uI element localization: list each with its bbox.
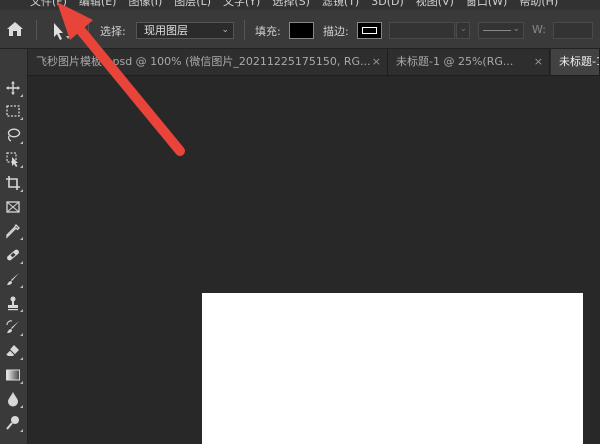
marquee-icon — [6, 105, 20, 117]
move-tool-button[interactable] — [1, 78, 25, 98]
separator — [36, 20, 37, 40]
menu-file[interactable]: 文件(F) — [24, 0, 73, 9]
tab-document-3[interactable]: 未标题-1 — [551, 49, 600, 75]
auto-select-dropdown[interactable]: 现用图层 ⌄ — [136, 22, 234, 39]
menu-items: 文件(F) 编辑(E) 图像(I) 图层(L) 文字(Y) 选择(S) 滤镜(T… — [24, 0, 564, 9]
frame-tool-button[interactable] — [1, 197, 25, 217]
options-bar: 选择: 现用图层 ⌄ 填充: 描边: ⌄ ⌄ W: — [0, 10, 600, 49]
home-icon[interactable] — [6, 21, 24, 37]
clone-stamp-tool-button[interactable] — [1, 293, 25, 313]
eyedropper-tool-button[interactable] — [1, 221, 25, 241]
object-selection-tool-button[interactable] — [1, 149, 25, 169]
gradient-tool-button[interactable] — [1, 365, 25, 385]
menu-window[interactable]: 窗口(W) — [460, 0, 513, 9]
stroke-label: 描边: — [323, 25, 349, 38]
crop-tool-button[interactable] — [1, 173, 25, 193]
dodge-tool-button[interactable] — [1, 413, 25, 433]
brush-icon — [7, 273, 19, 285]
move-icon — [6, 81, 20, 95]
lasso-icon — [7, 128, 21, 142]
menu-edit[interactable]: 编辑(E) — [73, 0, 123, 9]
menu-help[interactable]: 帮助(H) — [513, 0, 564, 9]
brush-tool-button[interactable] — [1, 269, 25, 289]
tab-label: 飞秒图片模板1.psd @ 100% (微信图片_20211225175150,… — [36, 55, 371, 68]
auto-select-value: 现用图层 — [144, 24, 188, 37]
menu-bar: 文件(F) 编辑(E) 图像(I) 图层(L) 文字(Y) 选择(S) 滤镜(T… — [0, 0, 600, 10]
menu-image[interactable]: 图像(I) — [122, 0, 168, 9]
close-icon[interactable]: × — [534, 49, 543, 75]
stamp-icon — [8, 296, 18, 311]
stroke-width-field[interactable] — [389, 22, 455, 39]
eraser-icon — [5, 345, 19, 356]
healing-brush-tool-button[interactable] — [1, 245, 25, 265]
gradient-icon — [6, 369, 20, 381]
blur-tool-button[interactable] — [1, 389, 25, 409]
stroke-width-dropdown[interactable]: ⌄ — [456, 22, 470, 39]
tab-label: 未标题-1 @ 25%(RG... — [396, 55, 514, 68]
separator — [244, 20, 245, 40]
lasso-tool-button[interactable] — [1, 125, 25, 145]
tools-panel — [0, 49, 28, 444]
menu-3d[interactable]: 3D(D) — [365, 0, 410, 9]
tab-document-2[interactable]: 未标题-1 @ 25%(RG... × — [388, 49, 550, 75]
stroke-color-swatch[interactable] — [357, 22, 382, 39]
menu-layer[interactable]: 图层(L) — [168, 0, 217, 9]
chevron-down-icon: ⌄ — [512, 24, 520, 34]
marquee-tool-button[interactable] — [1, 101, 25, 121]
move-tool-icon[interactable] — [48, 20, 74, 42]
menu-type[interactable]: 文字(Y) — [217, 0, 266, 9]
chevron-down-icon: ⌄ — [221, 25, 229, 35]
crop-icon — [6, 176, 20, 190]
menu-select[interactable]: 选择(S) — [266, 0, 316, 9]
fill-color-swatch[interactable] — [289, 22, 314, 39]
menu-view[interactable]: 视图(V) — [410, 0, 460, 9]
tab-document-1[interactable]: 飞秒图片模板1.psd @ 100% (微信图片_20211225175150,… — [28, 49, 388, 75]
object-select-icon — [6, 152, 18, 167]
menu-filter[interactable]: 滤镜(T) — [316, 0, 365, 9]
chevron-down-icon: ⌄ — [459, 24, 467, 34]
fill-label: 填充: — [255, 25, 281, 38]
width-label: W: — [532, 23, 546, 36]
eyedropper-icon — [6, 223, 20, 239]
document-canvas[interactable] — [202, 293, 583, 444]
close-icon[interactable]: × — [372, 49, 381, 75]
droplet-icon — [8, 392, 18, 407]
bandage-icon — [7, 249, 19, 261]
tab-label: 未标题-1 — [559, 55, 600, 68]
separator — [88, 20, 89, 40]
frame-icon — [6, 201, 20, 213]
stroke-type-dropdown[interactable]: ⌄ — [478, 22, 524, 39]
history-brush-tool-button[interactable] — [1, 317, 25, 337]
history-brush-icon — [6, 320, 19, 333]
width-field[interactable] — [553, 22, 593, 39]
eraser-tool-button[interactable] — [1, 341, 25, 361]
select-label: 选择: — [100, 25, 126, 38]
dodge-icon — [6, 416, 19, 430]
document-tabs: 飞秒图片模板1.psd @ 100% (微信图片_20211225175150,… — [28, 49, 600, 76]
